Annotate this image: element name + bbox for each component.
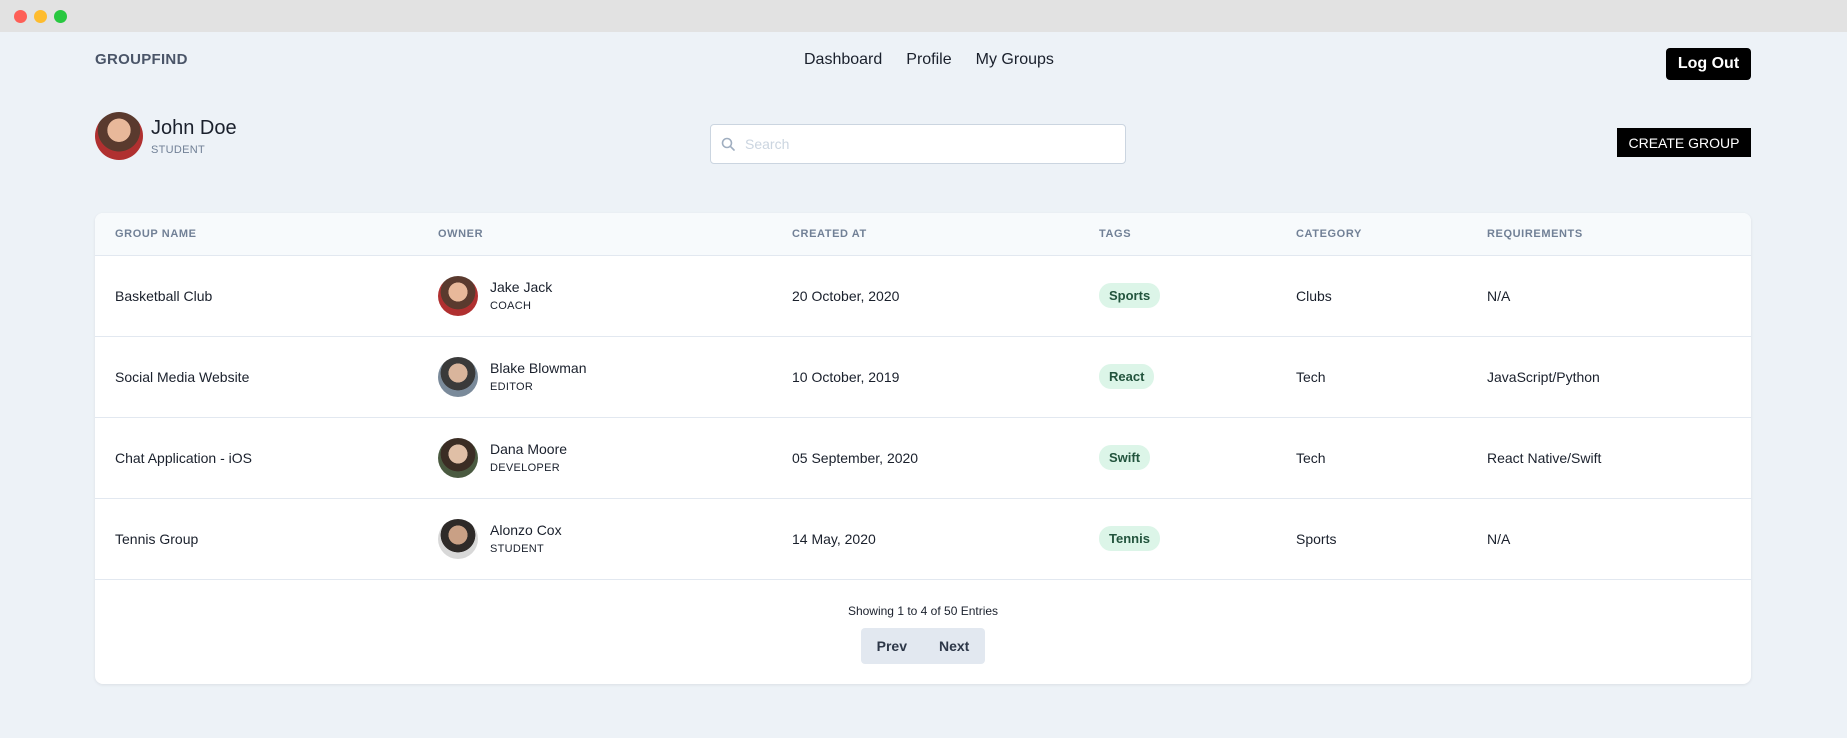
table-row[interactable]: Tennis Group Alonzo Cox STUDENT 14 May, …: [95, 498, 1751, 579]
tag-badge: Tennis: [1099, 526, 1160, 551]
owner-avatar: [438, 518, 478, 559]
owner-cell: Dana Moore DEVELOPER: [438, 437, 772, 478]
owner-avatar: [438, 437, 478, 478]
main-nav: Dashboard Profile My Groups: [804, 51, 1054, 69]
owner-name: Dana Moore: [490, 441, 568, 457]
table-row[interactable]: Social Media Website Blake Blowman EDITO…: [95, 336, 1751, 417]
owner-name: Alonzo Cox: [490, 522, 562, 538]
tag-badge: React: [1099, 364, 1155, 389]
category-cell: Tech: [1296, 368, 1326, 385]
user-avatar: [95, 112, 143, 160]
column-header-created-at: CREATED AT: [772, 213, 1079, 256]
owner-cell: Alonzo Cox STUDENT: [438, 518, 772, 559]
group-name-cell: Chat Application - iOS: [115, 449, 252, 466]
maximize-window-button[interactable]: [54, 10, 67, 23]
created-at-cell: 14 May, 2020: [792, 530, 876, 547]
prev-page-button[interactable]: Prev: [861, 628, 923, 664]
category-cell: Sports: [1296, 530, 1337, 547]
created-at-cell: 10 October, 2019: [792, 368, 900, 385]
group-name-cell: Basketball Club: [115, 287, 213, 304]
owner-cell: Blake Blowman EDITOR: [438, 356, 772, 397]
user-profile: John Doe STUDENT: [95, 112, 237, 160]
owner-name: Jake Jack: [490, 279, 553, 295]
requirements-cell: N/A: [1487, 530, 1511, 547]
search-icon: [721, 137, 735, 151]
logout-button[interactable]: Log Out: [1666, 48, 1751, 80]
requirements-cell: N/A: [1487, 287, 1511, 304]
column-header-requirements: REQUIREMENTS: [1467, 213, 1751, 256]
user-name: John Doe: [151, 116, 237, 139]
owner-avatar: [438, 356, 478, 397]
owner-avatar: [438, 275, 478, 316]
requirements-cell: JavaScript/Python: [1487, 368, 1600, 385]
table-row[interactable]: Basketball Club Jake Jack COACH 20 Octob…: [95, 255, 1751, 336]
owner-role: COACH: [490, 300, 532, 312]
groups-card: GROUP NAME OWNER CREATED AT TAGS CATEGOR…: [95, 213, 1751, 684]
search-input[interactable]: [745, 136, 1105, 152]
category-cell: Tech: [1296, 449, 1326, 466]
close-window-button[interactable]: [14, 10, 27, 23]
requirements-cell: React Native/Swift: [1487, 449, 1602, 466]
pagination: Prev Next: [860, 627, 986, 664]
groups-table: GROUP NAME OWNER CREATED AT TAGS CATEGOR…: [95, 213, 1751, 580]
group-name-cell: Tennis Group: [115, 530, 199, 547]
table-footer: Showing 1 to 4 of 50 Entries Prev Next: [95, 580, 1751, 664]
entries-summary: Showing 1 to 4 of 50 Entries: [847, 603, 999, 618]
next-page-button[interactable]: Next: [923, 628, 985, 664]
owner-name: Blake Blowman: [490, 360, 587, 376]
tag-badge: Swift: [1099, 445, 1151, 470]
owner-cell: Jake Jack COACH: [438, 275, 772, 316]
group-name-cell: Social Media Website: [115, 368, 250, 385]
column-header-group-name: GROUP NAME: [95, 213, 418, 256]
nav-profile[interactable]: Profile: [906, 51, 951, 69]
column-header-tags: TAGS: [1079, 213, 1276, 256]
owner-role: EDITOR: [490, 381, 534, 393]
created-at-cell: 05 September, 2020: [792, 449, 919, 466]
create-group-button[interactable]: CREATE GROUP: [1617, 128, 1751, 157]
column-header-owner: OWNER: [418, 213, 772, 256]
table-row[interactable]: Chat Application - iOS Dana Moore DEVELO…: [95, 417, 1751, 498]
search-box[interactable]: [710, 124, 1126, 164]
column-header-category: CATEGORY: [1276, 213, 1467, 256]
brand-logo[interactable]: GROUPFIND: [95, 51, 188, 68]
window-titlebar: [0, 0, 1847, 32]
category-cell: Clubs: [1296, 287, 1332, 304]
owner-role: DEVELOPER: [490, 462, 560, 474]
user-role: STUDENT: [151, 143, 206, 156]
table-header-row: GROUP NAME OWNER CREATED AT TAGS CATEGOR…: [95, 213, 1751, 256]
nav-my-groups[interactable]: My Groups: [976, 51, 1054, 69]
nav-dashboard[interactable]: Dashboard: [804, 51, 882, 69]
created-at-cell: 20 October, 2020: [792, 287, 900, 304]
owner-role: STUDENT: [490, 543, 545, 555]
minimize-window-button[interactable]: [34, 10, 47, 23]
tag-badge: Sports: [1099, 283, 1161, 308]
